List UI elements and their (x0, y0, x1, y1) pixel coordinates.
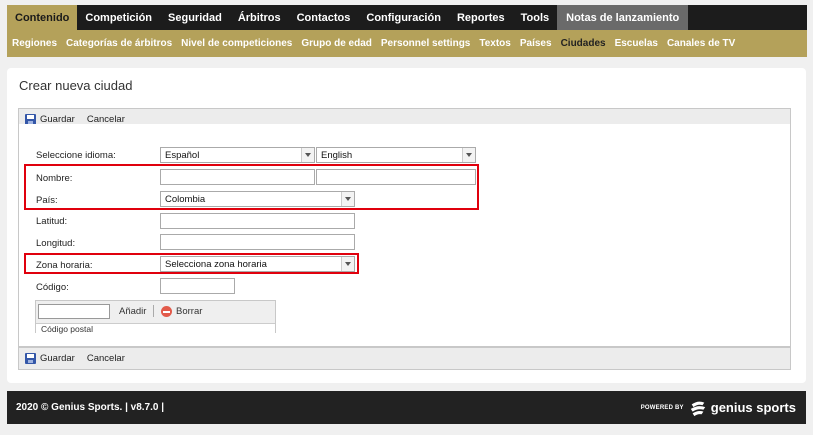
latitude-label: Latitud: (36, 216, 68, 227)
chevron-down-icon (462, 148, 475, 162)
subnav-item-ciudades[interactable]: Ciudades (561, 38, 606, 49)
subnav-item-regiones[interactable]: Regiones (12, 38, 57, 49)
toolbar-divider (153, 305, 154, 317)
latitude-field[interactable] (160, 213, 355, 229)
footer: 2020 © Genius Sports. | v8.7.0 | POWERED… (7, 391, 806, 424)
save-label: Guardar (40, 353, 75, 364)
nav-item-competicion[interactable]: Competición (77, 5, 160, 30)
subnav-item-canales-tv[interactable]: Canales de TV (667, 38, 735, 49)
subnav-item-textos[interactable]: Textos (479, 38, 511, 49)
nav-item-tools[interactable]: Tools (513, 5, 558, 30)
nav-item-contactos[interactable]: Contactos (289, 5, 359, 30)
postal-code-input[interactable] (38, 304, 110, 319)
language-select-2-value: English (321, 150, 353, 161)
footer-brand: POWERED BY genius sports (641, 399, 796, 417)
page-title: Crear nueva ciudad (19, 78, 133, 93)
delete-label: Borrar (176, 306, 203, 317)
longitude-field[interactable] (160, 234, 355, 250)
cancel-label: Cancelar (86, 353, 125, 364)
nav-item-configuracion[interactable]: Configuración (358, 5, 449, 30)
genius-sports-logo-icon (690, 401, 705, 416)
postal-column-header: Código postal (36, 323, 275, 334)
chevron-down-icon (301, 148, 314, 162)
delete-postal-button[interactable]: Borrar (161, 306, 202, 317)
nav-item-contenido[interactable]: Contenido (7, 5, 78, 30)
code-label: Código: (36, 282, 69, 293)
save-icon (25, 353, 36, 364)
nav-item-arbitros[interactable]: Árbitros (230, 5, 289, 30)
code-field[interactable] (160, 278, 235, 294)
bottom-toolbar: Guardar Cancelar (18, 347, 791, 370)
highlight-timezone (24, 253, 359, 274)
subnav-item-personnel-settings[interactable]: Personnel settings (381, 38, 470, 49)
save-button-bottom[interactable]: Guardar (25, 353, 75, 364)
longitude-label: Longitud: (36, 238, 76, 249)
main-nav: Contenido Competición Seguridad Árbitros… (7, 5, 807, 30)
sub-nav: Regiones Categorías de árbitros Nivel de… (7, 30, 807, 57)
add-postal-button[interactable]: Añadir (119, 306, 146, 317)
postal-code-widget: Añadir Borrar Código postal (35, 300, 276, 334)
nav-item-reportes[interactable]: Reportes (449, 5, 513, 30)
cancel-button-bottom[interactable]: Cancelar (87, 353, 125, 364)
language-select-1[interactable]: Español (160, 147, 315, 163)
nav-item-seguridad[interactable]: Seguridad (160, 5, 230, 30)
highlight-name-country (24, 164, 479, 210)
language-select-2[interactable]: English (316, 147, 476, 163)
subnav-item-grupo-edad[interactable]: Grupo de edad (301, 38, 372, 49)
language-select-1-value: Español (165, 150, 200, 161)
nav-item-notas-lanzamiento[interactable]: Notas de lanzamiento (557, 5, 689, 30)
subnav-item-categorias-arbitros[interactable]: Categorías de árbitros (66, 38, 172, 49)
footer-copyright: 2020 © Genius Sports. | v8.7.0 | (16, 402, 165, 413)
language-label: Seleccione idioma: (36, 150, 116, 161)
subnav-item-nivel-competiciones[interactable]: Nivel de competiciones (181, 38, 292, 49)
powered-by-label: POWERED BY (640, 404, 684, 411)
delete-icon (161, 306, 172, 317)
brand-name: genius sports (710, 400, 796, 415)
subnav-item-paises[interactable]: Países (520, 38, 552, 49)
subnav-item-escuelas[interactable]: Escuelas (615, 38, 658, 49)
